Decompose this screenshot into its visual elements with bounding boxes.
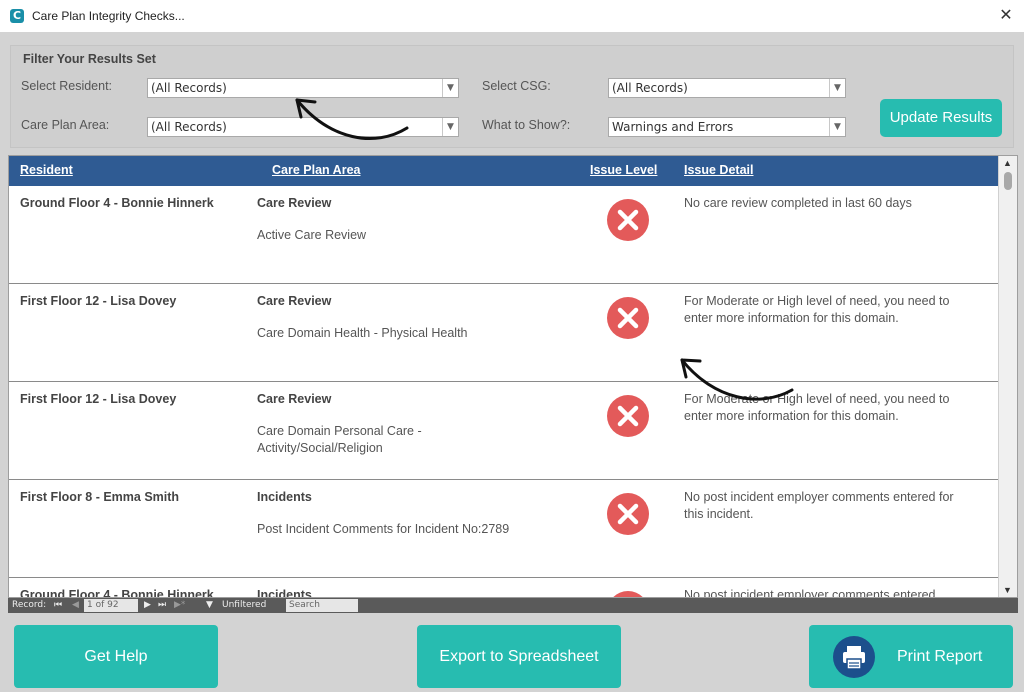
next-record-icon[interactable]: ▶ — [144, 599, 151, 612]
care-plan-area-cell: Care Review — [257, 196, 332, 210]
care-plan-subarea-cell: Active Care Review — [257, 228, 367, 242]
last-record-icon[interactable]: ⏭ — [158, 599, 166, 612]
chevron-down-icon[interactable]: ▼ — [829, 118, 845, 136]
new-record-icon[interactable]: ▶* — [174, 599, 185, 612]
care-plan-subarea-cell: Care Domain Personal Care - Activity/Soc… — [257, 424, 422, 455]
chevron-down-icon[interactable]: ▼ — [442, 118, 458, 136]
results-table: Resident Care Plan Area Issue Level Issu… — [8, 155, 1018, 598]
filter-status[interactable]: Unfiltered — [222, 599, 266, 612]
care-plan-area-select[interactable]: (All Records) ▼ — [147, 117, 459, 137]
resident-cell: Ground Floor 4 - Bonnie Hinnerk — [20, 588, 214, 598]
resident-cell: First Floor 8 - Emma Smith — [20, 490, 180, 504]
error-icon — [607, 199, 649, 241]
care-plan-subarea-cell: Post Incident Comments for Incident No:2… — [257, 522, 510, 536]
chevron-down-icon[interactable]: ▼ — [442, 79, 458, 97]
error-icon — [607, 297, 649, 339]
issue-detail-cell: For Moderate or High level of need, you … — [684, 294, 950, 325]
issue-detail-cell: No care review completed in last 60 days — [684, 196, 912, 210]
vertical-scrollbar[interactable]: ▲ ▼ — [998, 156, 1017, 597]
filter-heading: Filter Your Results Set — [23, 52, 156, 66]
window-title: Care Plan Integrity Checks... — [32, 9, 185, 23]
title-bar: C Care Plan Integrity Checks... ✕ — [0, 0, 1024, 32]
error-icon — [613, 591, 643, 597]
column-header-issue-level[interactable]: Issue Level — [590, 163, 657, 177]
table-header: Resident Care Plan Area Issue Level Issu… — [9, 156, 998, 186]
scroll-thumb[interactable] — [1004, 172, 1012, 190]
resident-select[interactable]: (All Records) ▼ — [147, 78, 459, 98]
what-to-show-label: What to Show?: — [482, 118, 571, 132]
issue-detail-cell: For Moderate or High level of need, you … — [684, 392, 950, 423]
export-to-spreadsheet-button[interactable]: Export to Spreadsheet — [417, 625, 621, 688]
error-icon — [607, 395, 649, 437]
table-row[interactable]: Ground Floor 4 - Bonnie Hinnerk Incident… — [9, 578, 998, 598]
care-plan-area-label: Care Plan Area: — [21, 118, 110, 132]
filter-panel: Filter Your Results Set Select Resident:… — [10, 45, 1014, 148]
resident-label: Select Resident: — [21, 79, 113, 93]
app-logo-icon: C — [10, 9, 24, 23]
column-header-care-plan-area[interactable]: Care Plan Area — [272, 163, 360, 177]
table-row[interactable]: Ground Floor 4 - Bonnie Hinnerk Care Rev… — [9, 186, 998, 284]
first-record-icon[interactable]: ⏮ — [54, 599, 62, 612]
resident-cell: Ground Floor 4 - Bonnie Hinnerk — [20, 196, 214, 210]
csg-select-value: (All Records) — [612, 81, 688, 95]
csg-label: Select CSG: — [482, 79, 551, 93]
chevron-down-icon[interactable]: ▼ — [829, 79, 845, 97]
resident-cell: First Floor 12 - Lisa Dovey — [20, 294, 177, 308]
what-to-show-select[interactable]: Warnings and Errors ▼ — [608, 117, 846, 137]
column-header-resident[interactable]: Resident — [20, 163, 73, 177]
get-help-button[interactable]: Get Help — [14, 625, 218, 688]
column-header-issue-detail[interactable]: Issue Detail — [684, 163, 753, 177]
care-plan-area-cell: Care Review — [257, 392, 332, 406]
care-plan-area-cell: Incidents — [257, 588, 312, 598]
close-icon[interactable]: ✕ — [996, 4, 1016, 26]
table-row[interactable]: First Floor 8 - Emma Smith Incidents Pos… — [9, 480, 998, 578]
filter-funnel-icon[interactable]: ▼ — [206, 599, 213, 612]
care-plan-area-cell: Care Review — [257, 294, 332, 308]
resident-select-value: (All Records) — [151, 81, 227, 95]
table-row[interactable]: First Floor 12 - Lisa Dovey Care Review … — [9, 284, 998, 382]
care-plan-area-select-value: (All Records) — [151, 120, 227, 134]
error-icon — [607, 493, 649, 535]
resident-cell: First Floor 12 - Lisa Dovey — [20, 392, 177, 406]
update-results-button[interactable]: Update Results — [880, 99, 1002, 137]
record-label: Record: — [12, 600, 47, 610]
scroll-down-icon[interactable]: ▼ — [1003, 585, 1012, 595]
previous-record-icon[interactable]: ◀ — [72, 599, 79, 612]
record-position-input[interactable]: 1 of 92 — [84, 599, 138, 612]
issue-detail-cell: No post incident employer comments enter… — [684, 490, 954, 521]
care-plan-area-cell: Incidents — [257, 490, 312, 504]
record-navigation-bar: Record: ⏮ ◀ 1 of 92 ▶ ⏭ ▶* ▼ Unfiltered … — [8, 598, 1018, 613]
printer-icon — [833, 636, 875, 678]
print-report-button[interactable]: Print Report — [809, 625, 1013, 688]
table-row[interactable]: First Floor 12 - Lisa Dovey Care Review … — [9, 382, 998, 480]
issue-detail-cell: No post incident employer comments enter… — [684, 588, 936, 598]
care-plan-subarea-cell: Care Domain Health - Physical Health — [257, 326, 468, 340]
print-report-label: Print Report — [897, 648, 983, 665]
search-input[interactable]: Search — [286, 599, 358, 612]
scroll-up-icon[interactable]: ▲ — [1003, 158, 1012, 168]
csg-select[interactable]: (All Records) ▼ — [608, 78, 846, 98]
what-to-show-select-value: Warnings and Errors — [612, 120, 734, 134]
